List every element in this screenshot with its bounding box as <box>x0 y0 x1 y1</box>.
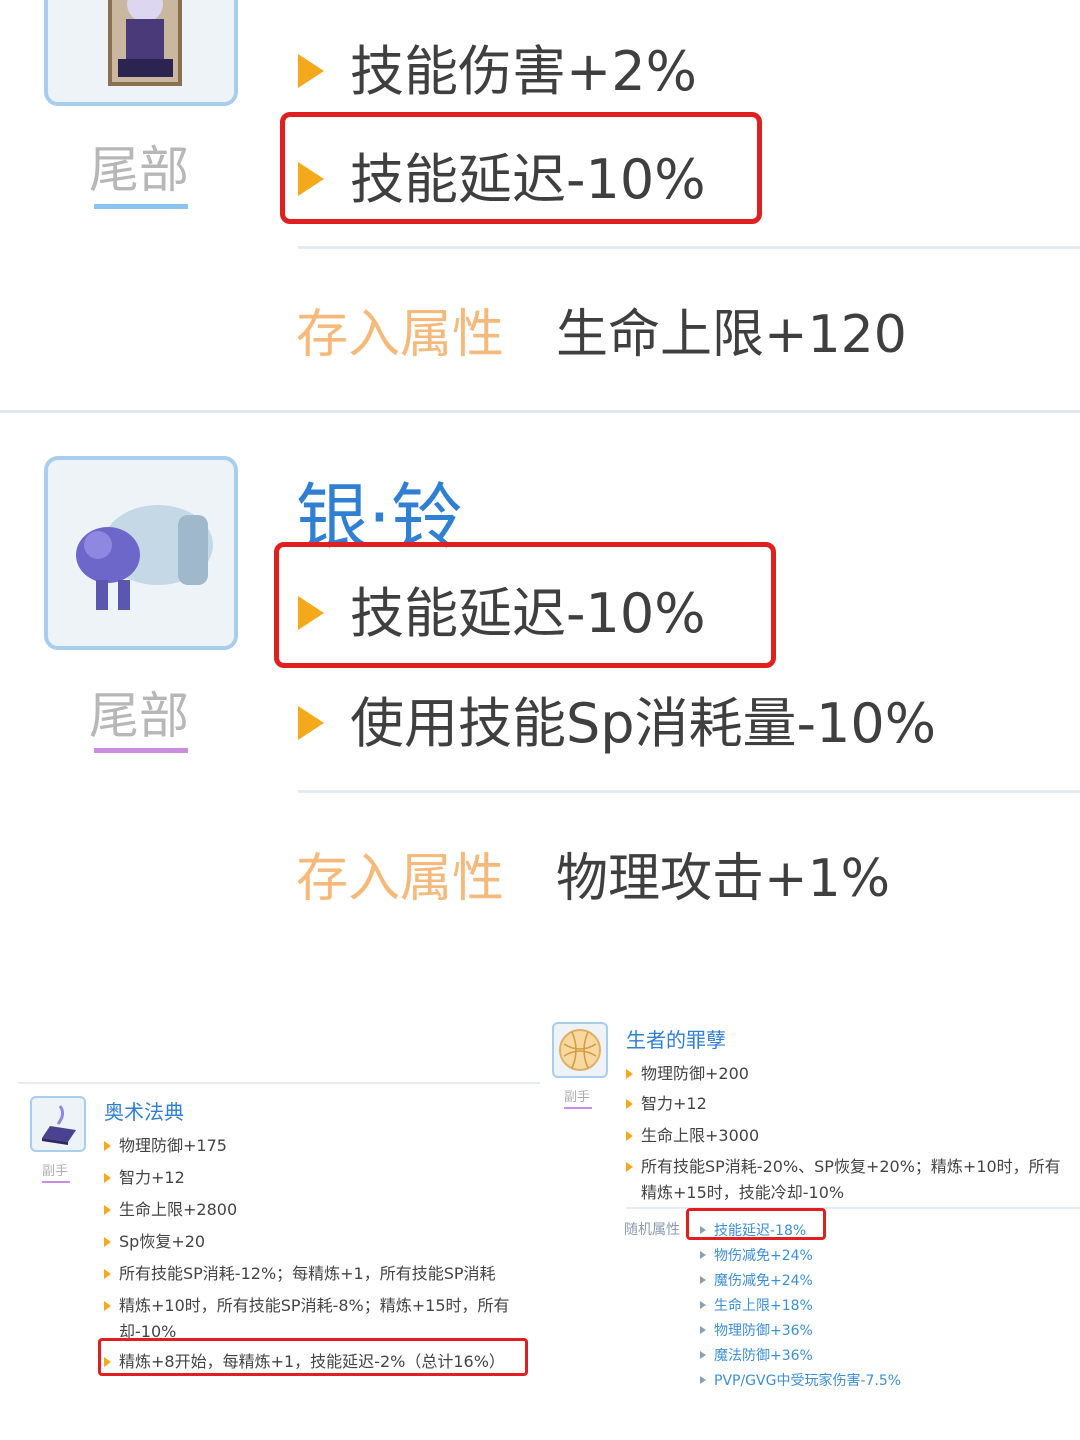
sin-orb-icon <box>559 1029 601 1071</box>
bullet-triangle-icon <box>298 54 324 89</box>
bullet-triangle-icon <box>298 706 324 741</box>
attribute-line: 使用技能Sp消耗量-10% <box>298 694 936 754</box>
random-attribute-line: 物伤减免+24% <box>700 1245 813 1265</box>
bullet-triangle-icon <box>104 1300 111 1311</box>
stored-attribute-value: 物理攻击+1% <box>556 849 891 909</box>
attribute-line-highlighted: 技能延迟-10% <box>298 584 706 644</box>
attribute-line: 物理防御+200 <box>626 1060 749 1084</box>
attribute-line: 精炼+10时，所有技能SP消耗-8%；精炼+15时，所有 <box>104 1292 540 1316</box>
silver-bell-icon-frame[interactable] <box>44 456 238 650</box>
bullet-triangle-icon <box>626 1068 633 1079</box>
bullet-triangle-icon <box>700 1376 706 1384</box>
attribute-text: 技能延迟-10% <box>350 148 706 211</box>
divider <box>18 1082 540 1084</box>
random-attribute-line: 魔法防御+36% <box>700 1345 813 1365</box>
attribute-line-highlighted: 技能延迟-10% <box>298 150 706 210</box>
arcane-book-icon <box>42 1105 76 1145</box>
bullet-triangle-icon <box>700 1251 706 1259</box>
attribute-line: 生命上限+2800 <box>104 1196 237 1220</box>
bullet-triangle-icon <box>626 1098 633 1109</box>
random-attribute-line: 魔伤减免+24% <box>700 1270 813 1290</box>
random-attribute-line: PVP/GVG中受玩家伤害-7.5% <box>700 1370 901 1390</box>
bullet-triangle-icon <box>298 162 324 197</box>
bullet-triangle-icon <box>104 1356 111 1367</box>
silver-bell-icon <box>76 505 213 610</box>
attribute-line: 物理防御+175 <box>104 1132 227 1156</box>
attribute-text: 技能伤害+2% <box>350 40 697 103</box>
arcane-book-icon-frame[interactable] <box>30 1096 86 1152</box>
attribute-line: 所有技能SP消耗-12%；每精炼+1，所有技能SP消耗 <box>104 1260 540 1284</box>
stored-attribute-label: 存入属性 <box>296 305 505 365</box>
slot-label-offhand: 副手 <box>42 1164 69 1179</box>
bullet-triangle-icon <box>700 1326 706 1334</box>
attribute-line: 智力+12 <box>626 1090 707 1114</box>
bullet-triangle-icon <box>626 1161 633 1172</box>
random-attribute-line: 生命上限+18% <box>700 1295 813 1315</box>
bullet-triangle-icon <box>104 1268 111 1279</box>
attribute-line: 生命上限+3000 <box>626 1122 759 1146</box>
bullet-triangle-icon <box>700 1276 706 1284</box>
attribute-line: 所有技能SP消耗-20%、SP恢复+20%；精炼+10时，所有 <box>626 1153 1080 1177</box>
bullet-triangle-icon <box>104 1204 111 1215</box>
bullet-triangle-icon <box>104 1236 111 1247</box>
section-divider <box>0 410 1080 413</box>
slot-underline <box>94 204 188 209</box>
tail-item-icon-frame[interactable] <box>44 0 238 106</box>
slot-underline <box>42 1181 70 1183</box>
attribute-text: 使用技能Sp消耗量-10% <box>350 692 937 755</box>
bullet-triangle-icon <box>700 1351 706 1359</box>
item-title: 奥术法典 <box>104 1100 184 1124</box>
bullet-triangle-icon <box>700 1301 706 1309</box>
bullet-triangle-icon <box>298 596 324 631</box>
attribute-line: 智力+12 <box>104 1164 185 1188</box>
slot-label-tail: 尾部 <box>89 141 189 199</box>
attribute-line: Sp恢复+20 <box>104 1228 205 1252</box>
tail-character-icon <box>108 0 182 86</box>
random-attribute-line: 物理防御+36% <box>700 1320 813 1340</box>
stored-attribute-label: 存入属性 <box>296 849 505 909</box>
attribute-line-highlighted: 精炼+8开始，每精炼+1，技能延迟-2%（总计16%） <box>104 1348 505 1372</box>
item-title: 生者的罪孽 <box>626 1028 726 1052</box>
sin-orb-icon-frame[interactable] <box>552 1022 608 1078</box>
divider <box>298 246 1080 249</box>
bullet-triangle-icon <box>700 1226 706 1234</box>
attribute-text: 技能延迟-10% <box>350 582 706 645</box>
divider <box>298 790 1080 793</box>
slot-label-offhand: 副手 <box>564 1090 591 1105</box>
stored-attribute-value: 生命上限+120 <box>556 305 907 365</box>
slot-underline <box>94 748 188 753</box>
bullet-triangle-icon <box>104 1140 111 1151</box>
attribute-line: 技能伤害+2% <box>298 42 697 102</box>
slot-label-tail: 尾部 <box>89 687 189 745</box>
attribute-line-wrap: 精炼+15时，技能冷却-10% <box>641 1183 845 1202</box>
random-attribute-label: 随机属性 <box>624 1222 680 1238</box>
random-attribute-line-highlighted: 技能延迟-18% <box>700 1220 806 1240</box>
bullet-triangle-icon <box>104 1172 111 1183</box>
bullet-triangle-icon <box>626 1130 633 1141</box>
slot-underline <box>564 1107 592 1109</box>
